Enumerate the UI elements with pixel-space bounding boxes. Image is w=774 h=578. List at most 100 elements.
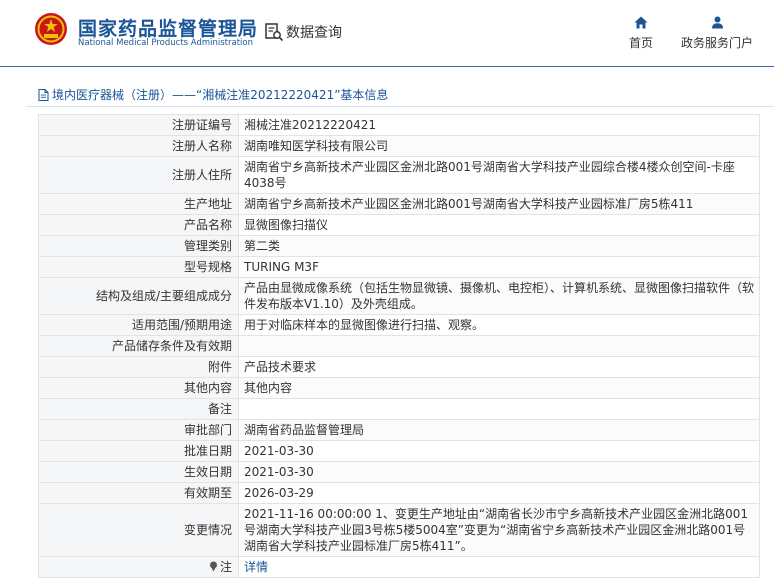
field-value-text: 显微图像扫描仪 — [244, 218, 329, 232]
field-label: 生产地址 — [38, 193, 239, 215]
table-row: 变更情况 2021-11-16 00:00:00 1、变更生产地址由“湖南省长沙市… — [38, 503, 760, 557]
field-value-text: 湘械注准20212220421 — [244, 118, 376, 132]
field-label-text: 产品储存条件及有效期 — [111, 339, 232, 353]
field-label: 审批部门 — [38, 419, 239, 441]
field-label-text: 变更情况 — [183, 523, 232, 537]
table-row: 产品名称 显微图像扫描仪 — [38, 214, 760, 236]
field-label: 适用范围/预期用途 — [38, 314, 239, 336]
field-value: TURING M3F — [238, 256, 760, 278]
table-row: 适用范围/预期用途 用于对临床样本的显微图像进行扫描、观察。 — [38, 314, 760, 336]
pin-icon — [209, 561, 217, 572]
brand-name-en: National Medical Products Administration — [78, 38, 253, 48]
field-label-text: 注册人住所 — [171, 168, 232, 182]
field-label-text: 生效日期 — [183, 465, 232, 479]
table-row: 附件 产品技术要求 — [38, 356, 760, 378]
table-row: 结构及组成/主要组成成分 产品由显微成像系统（包括生物显微镜、摄像机、电控柜）、计… — [38, 277, 760, 315]
field-value-text: 用于对临床样本的显微图像进行扫描、观察。 — [244, 318, 485, 332]
field-value: 产品由显微成像系统（包括生物显微镜、摄像机、电控柜）、计算机系统、显微图像扫描软… — [238, 277, 760, 315]
field-value — [238, 335, 760, 357]
field-value-text: 湖南省宁乡高新技术产业园区金洲北路001号湖南省大学科技产业园标准厂房5栋411 — [244, 197, 694, 211]
field-label: 管理类别 — [38, 235, 239, 257]
national-emblem-icon — [35, 13, 67, 45]
field-value: 第二类 — [238, 235, 760, 257]
field-label-text: 型号规格 — [183, 260, 232, 274]
nav-home[interactable]: 首页 — [626, 16, 656, 51]
table-row: 备注 — [38, 398, 760, 420]
field-label: 型号规格 — [38, 256, 239, 278]
field-value: 湖南省药品监督管理局 — [238, 419, 760, 441]
home-icon — [634, 16, 648, 29]
field-value-text: 2021-11-16 00:00:00 1、变更生产地址由“湖南省长沙市宁乡高新… — [244, 507, 749, 553]
info-table: 注册证编号 湘械注准20212220421 注册人名称 湖南唯知医学科技有限公司 注册人… — [38, 114, 760, 578]
table-row: 注册证编号 湘械注准20212220421 — [38, 114, 760, 136]
field-label-text: 管理类别 — [183, 239, 232, 253]
field-value: 显微图像扫描仪 — [238, 214, 760, 236]
field-value: 湖南省宁乡高新技术产业园区金洲北路001号湖南省大学科技产业园综合楼4楼众创空间… — [238, 156, 760, 194]
field-value: 湖南唯知医学科技有限公司 — [238, 135, 760, 157]
field-value-text: 产品由显微成像系统（包括生物显微镜、摄像机、电控柜）、计算机系统、显微图像扫描软… — [244, 281, 755, 311]
details-link[interactable]: 详情 — [244, 560, 268, 574]
field-value-text: 2026-03-29 — [244, 486, 314, 500]
field-label: 结构及组成/主要组成成分 — [38, 277, 239, 315]
field-value-text: 第二类 — [244, 239, 281, 253]
site-header: 国家药品监督管理局 National Medical Products Admi… — [0, 0, 774, 67]
field-value-text: TURING M3F — [244, 260, 319, 274]
nav-portal-label: 政务服务门户 — [680, 36, 753, 50]
field-label-text: 生产地址 — [183, 197, 232, 211]
table-row: 有效期至 2026-03-29 — [38, 482, 760, 504]
field-value: 2021-03-30 — [238, 440, 760, 462]
section-divider — [26, 106, 774, 107]
table-row: 型号规格 TURING M3F — [38, 256, 760, 278]
table-row: 其他内容 其他内容 — [38, 377, 760, 399]
field-label-text: 结构及组成/主要组成成分 — [95, 289, 232, 303]
field-label: 其他内容 — [38, 377, 239, 399]
field-label-text: 有效期至 — [183, 486, 232, 500]
field-value-text: 产品技术要求 — [244, 360, 317, 374]
table-row: 审批部门 湖南省药品监督管理局 — [38, 419, 760, 441]
field-value-text: 2021-03-30 — [244, 444, 314, 458]
field-value: 2021-11-16 00:00:00 1、变更生产地址由“湖南省长沙市宁乡高新… — [238, 503, 760, 557]
field-label: 变更情况 — [38, 503, 239, 557]
field-label-text: 产品名称 — [183, 218, 232, 232]
field-value-text: 湖南省药品监督管理局 — [244, 423, 365, 437]
document-search-icon — [265, 23, 284, 42]
field-value-text: 湖南唯知医学科技有限公司 — [244, 139, 389, 153]
field-label: 注册证编号 — [38, 114, 239, 136]
document-icon — [38, 88, 49, 101]
table-row: 注册人名称 湖南唯知医学科技有限公司 — [38, 135, 760, 157]
field-label: 产品储存条件及有效期 — [38, 335, 239, 357]
field-label-text: 批准日期 — [183, 444, 232, 458]
user-icon — [711, 16, 723, 29]
table-row: 注册人住所 湖南省宁乡高新技术产业园区金洲北路001号湖南省大学科技产业园综合楼4… — [38, 156, 760, 194]
field-value-text: 2021-03-30 — [244, 465, 314, 479]
field-value: 湖南省宁乡高新技术产业园区金洲北路001号湖南省大学科技产业园标准厂房5栋411 — [238, 193, 760, 215]
field-value: 用于对临床样本的显微图像进行扫描、观察。 — [238, 314, 760, 336]
field-value: 2026-03-29 — [238, 482, 760, 504]
table-row: 产品储存条件及有效期 — [38, 335, 760, 357]
field-value-text: 湖南省宁乡高新技术产业园区金洲北路001号湖南省大学科技产业园综合楼4楼众创空间… — [244, 160, 735, 190]
field-label-text: 附件 — [207, 360, 232, 374]
table-row: 批准日期 2021-03-30 — [38, 440, 760, 462]
field-label: 附件 — [38, 356, 239, 378]
field-value — [238, 398, 760, 420]
field-label-text: 注册证编号 — [171, 118, 232, 132]
field-label: 生效日期 — [38, 461, 239, 483]
field-label-text: 适用范围/预期用途 — [131, 318, 232, 332]
field-label: 产品名称 — [38, 214, 239, 236]
breadcrumb: 境内医疗器械（注册）——“湘械注准20212220421”基本信息 — [38, 86, 388, 103]
data-query-link[interactable]: 数据查询 — [264, 22, 342, 42]
field-value-text: 其他内容 — [244, 381, 293, 395]
field-label-text: 其他内容 — [183, 381, 232, 395]
field-label: 备注 — [38, 398, 239, 420]
nav-government-portal[interactable]: 政务服务门户 — [678, 16, 756, 51]
field-value: 详情 — [238, 556, 760, 578]
field-label: 注册人名称 — [38, 135, 239, 157]
field-label-text: 备注 — [207, 402, 232, 416]
field-label-text: 审批部门 — [183, 423, 232, 437]
table-row: 生效日期 2021-03-30 — [38, 461, 760, 483]
field-label: 注 — [38, 556, 239, 578]
nav-home-label: 首页 — [628, 36, 653, 50]
breadcrumb-text: 境内医疗器械（注册）——“湘械注准20212220421”基本信息 — [52, 88, 389, 102]
field-value: 其他内容 — [238, 377, 760, 399]
field-label: 批准日期 — [38, 440, 239, 462]
